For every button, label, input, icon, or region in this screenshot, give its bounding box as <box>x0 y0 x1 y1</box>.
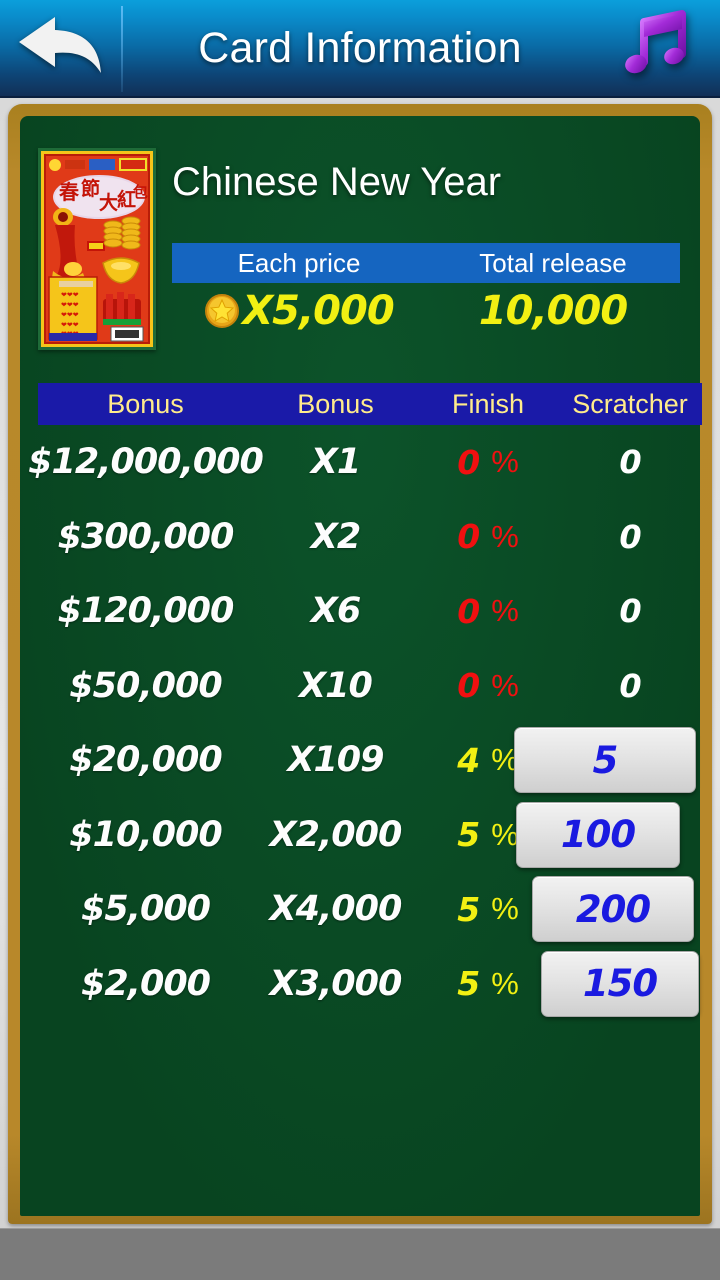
bottom-nav-bar <box>0 1228 720 1280</box>
finish-percent: 0 <box>457 591 480 631</box>
summary-values: X5,000 10,000 <box>172 286 680 336</box>
total-release-value-cell: 10,000 <box>426 286 680 336</box>
card-thumbnail[interactable]: 春 節 大 紅 包 ❤❤❤ ❤❤❤ ❤❤❤ ❤❤❤ <box>38 148 156 350</box>
scratcher-count: 0 <box>619 592 641 631</box>
scratcher-count: 0 <box>619 517 641 556</box>
page-title: Card Information <box>198 23 522 72</box>
table-row: $12,000,000 X1 0% 0 <box>28 425 702 500</box>
column-header-finish: Finish <box>451 388 525 419</box>
scratcher-count: 0 <box>619 666 641 705</box>
each-price-value-cell: X5,000 <box>172 286 426 336</box>
total-release-label: Total release <box>479 247 627 278</box>
bonus-count: X6 <box>310 591 361 632</box>
finish-percent: 0 <box>457 442 480 482</box>
table-row: $20,000 X109 4% 5 <box>38 723 702 798</box>
table-row: $2,000 X3,000 5% 150 <box>38 947 702 1022</box>
bonus-amount: $300,000 <box>57 516 235 557</box>
table-row: $10,000 X2,000 5% 100 <box>38 798 702 873</box>
bonus-amount: $20,000 <box>69 740 222 781</box>
scratcher-button[interactable]: 5 <box>514 727 696 794</box>
scratcher-button[interactable]: 150 <box>541 950 699 1017</box>
percent-symbol: % <box>491 891 519 927</box>
summary-header-bar: Each price Total release <box>172 243 680 283</box>
card-information-screen: Card Information 春 節 大 紅 包 ❤❤❤ ❤❤❤ ❤❤❤ ❤… <box>0 0 720 1280</box>
svg-text:❤❤❤: ❤❤❤ <box>61 302 79 309</box>
finish-cell: 0% <box>418 425 558 500</box>
svg-text:❤❤❤: ❤❤❤ <box>61 322 79 329</box>
scratcher-count: 0 <box>619 443 641 482</box>
finish-cell: 0% <box>418 500 558 575</box>
percent-symbol: % <box>491 965 519 1001</box>
finish-cell: 5% <box>418 947 558 1022</box>
bonus-count: X4,000 <box>269 889 403 930</box>
finish-percent: 0 <box>457 517 480 557</box>
star-coin-icon <box>204 293 240 329</box>
bonus-amount: $2,000 <box>80 963 211 1004</box>
music-note-icon <box>619 9 695 87</box>
bonus-count: X2 <box>310 516 361 557</box>
bonus-table: $12,000,000 X1 0% 0 $300,000 X2 0% 0 $120,000 X6 0… <box>28 425 702 1022</box>
total-release-value: 10,000 <box>478 288 628 334</box>
finish-percent: 5 <box>457 964 480 1004</box>
finish-percent: 0 <box>457 666 480 706</box>
bonus-amount: $5,000 <box>80 889 211 930</box>
finish-percent: 5 <box>457 889 480 929</box>
back-arrow-icon <box>15 15 107 82</box>
table-row: $120,000 X6 0% 0 <box>38 574 702 649</box>
card-name: Chinese New Year <box>172 160 502 204</box>
bonus-amount: $12,000,000 <box>28 442 264 483</box>
table-row: $5,000 X4,000 5% 200 <box>38 872 702 947</box>
column-header-bonus-count: Bonus <box>297 388 374 419</box>
scratcher-button[interactable]: 100 <box>516 801 680 868</box>
bonus-amount: $10,000 <box>69 814 222 855</box>
bonus-count: X2,000 <box>269 814 403 855</box>
svg-text:節: 節 <box>81 177 100 200</box>
column-header-bonus-amount: Bonus <box>107 388 184 419</box>
header-divider <box>121 6 123 92</box>
svg-text:❤❤❤: ❤❤❤ <box>61 292 79 299</box>
app-header: Card Information <box>0 0 720 98</box>
scratcher-count: 100 <box>560 813 636 857</box>
table-header: Bonus Bonus Finish Scratcher <box>38 383 702 425</box>
music-toggle-button[interactable] <box>602 0 712 96</box>
finish-percent: 5 <box>457 815 480 855</box>
each-price-value: X5,000 <box>242 288 394 334</box>
bonus-amount: $120,000 <box>57 591 235 632</box>
table-row: $300,000 X2 0% 0 <box>38 500 702 575</box>
scratcher-count: 200 <box>575 887 651 931</box>
percent-symbol: % <box>491 816 519 852</box>
finish-cell: 0% <box>418 574 558 649</box>
percent-symbol: % <box>491 444 519 480</box>
percent-symbol: % <box>491 593 519 629</box>
scratcher-count: 150 <box>582 962 658 1006</box>
percent-symbol: % <box>491 667 519 703</box>
bonus-count: X10 <box>299 665 373 706</box>
bonus-count: X3,000 <box>269 963 403 1004</box>
scratcher-button[interactable]: 200 <box>532 876 694 943</box>
bonus-amount: $50,000 <box>69 665 222 706</box>
bonus-count: X109 <box>287 740 384 781</box>
back-button[interactable] <box>0 0 121 96</box>
svg-text:包: 包 <box>133 183 148 201</box>
finish-cell: 0% <box>418 649 558 724</box>
svg-text:❤❤❤: ❤❤❤ <box>61 312 79 319</box>
scratcher-count: 5 <box>592 738 619 782</box>
svg-text:春: 春 <box>58 180 80 204</box>
svg-text:大: 大 <box>99 191 118 214</box>
bonus-count: X1 <box>310 442 361 483</box>
percent-symbol: % <box>491 518 519 554</box>
table-row: $50,000 X10 0% 0 <box>38 649 702 724</box>
column-header-scratcher: Scratcher <box>572 388 688 419</box>
each-price-label: Each price <box>237 247 361 278</box>
finish-percent: 4 <box>457 740 480 780</box>
